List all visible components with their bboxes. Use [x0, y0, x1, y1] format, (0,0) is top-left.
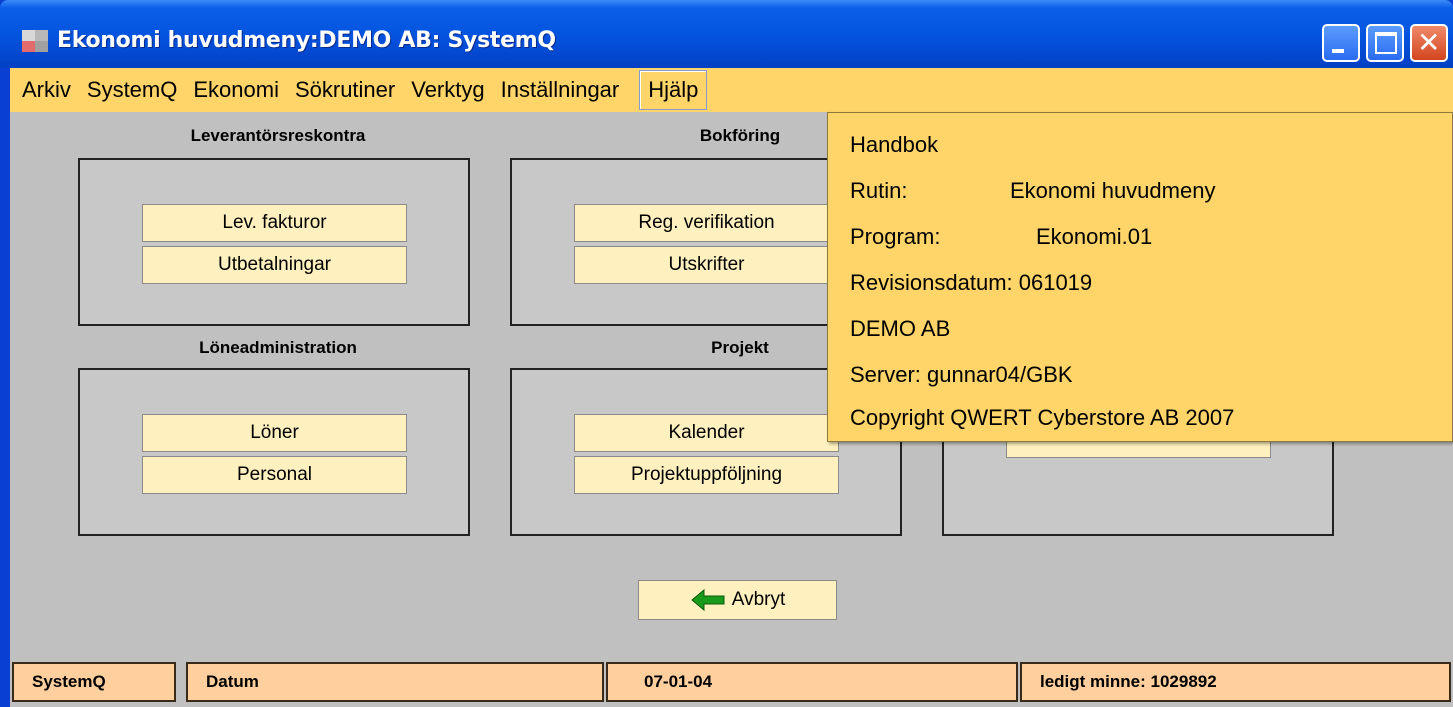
help-server: Server: gunnar04/GBK [850, 362, 1073, 387]
status-memory: ledigt minne: 1029892 [1020, 662, 1451, 702]
group-title-loneadministration: Löneadministration [199, 338, 357, 357]
reg-verifikation-button[interactable]: Reg. verifikation [574, 204, 839, 242]
menu-sokrutiner[interactable]: Sökrutiner [291, 77, 407, 103]
menu-hjalp[interactable]: Hjälp [639, 70, 708, 110]
kalender-button[interactable]: Kalender [574, 414, 839, 452]
help-copyright: Copyright QWERT Cyberstore AB 2007 [850, 405, 1235, 430]
menu-arkiv[interactable]: Arkiv [18, 77, 83, 103]
group-leverantorsreskontra: Lev. fakturor Utbetalningar [78, 158, 470, 326]
menu-bar: Arkiv SystemQ Ekonomi Sökrutiner Verktyg… [10, 68, 1453, 112]
maximize-icon [1375, 32, 1397, 54]
menu-installningar[interactable]: Inställningar [497, 77, 632, 103]
help-revision: Revisionsdatum: 061019 [850, 270, 1093, 295]
utbetalningar-button[interactable]: Utbetalningar [142, 246, 407, 284]
help-program-value: Ekonomi.01 [1036, 224, 1153, 249]
avbryt-label: Avbryt [731, 589, 786, 610]
utskrifter-button[interactable]: Utskrifter [574, 246, 839, 284]
close-button[interactable]: ✕ [1410, 24, 1448, 62]
projektuppfoljning-button[interactable]: Projektuppföljning [574, 456, 839, 494]
close-icon: ✕ [1417, 26, 1441, 59]
window-title: Ekonomi huvudmeny:DEMO AB: SystemQ [57, 28, 556, 53]
application-window: Ekonomi huvudmeny:DEMO AB: SystemQ ✕ Ark… [0, 0, 1453, 707]
help-dropdown: Handbok Rutin: Ekonomi huvudmeny Program… [827, 112, 1453, 442]
maximize-button[interactable] [1366, 24, 1404, 62]
minimize-button[interactable] [1322, 24, 1360, 62]
status-date-label: Datum [186, 662, 604, 702]
help-rutin-label: Rutin: [850, 178, 908, 203]
app-icon[interactable] [22, 30, 48, 52]
lev-fakturor-button[interactable]: Lev. fakturor [142, 204, 407, 242]
group-title-leverantorsreskontra: Leverantörsreskontra [190, 126, 366, 145]
status-app: SystemQ [12, 662, 176, 702]
loner-button[interactable]: Löner [142, 414, 407, 452]
help-company: DEMO AB [850, 316, 951, 341]
menu-verktyg[interactable]: Verktyg [407, 77, 496, 103]
group-loneadministration: Löner Personal [78, 368, 470, 536]
minimize-icon [1332, 49, 1344, 53]
title-bar[interactable]: Ekonomi huvudmeny:DEMO AB: SystemQ ✕ [0, 0, 1453, 68]
status-bar: SystemQ Datum 07-01-04 ledigt minne: 102… [10, 658, 1453, 707]
status-date-value: 07-01-04 [606, 662, 1018, 702]
menu-ekonomi[interactable]: Ekonomi [189, 77, 291, 103]
client-area: Arkiv SystemQ Ekonomi Sökrutiner Verktyg… [10, 68, 1453, 707]
arrow-left-icon [690, 588, 725, 612]
personal-button[interactable]: Personal [142, 456, 407, 494]
avbryt-button[interactable]: Avbryt [638, 580, 837, 620]
help-program-label: Program: [850, 224, 941, 249]
help-handbook-item[interactable]: Handbok [850, 132, 938, 158]
menu-systemq[interactable]: SystemQ [83, 77, 189, 103]
help-rutin-value: Ekonomi huvudmeny [1010, 178, 1216, 203]
